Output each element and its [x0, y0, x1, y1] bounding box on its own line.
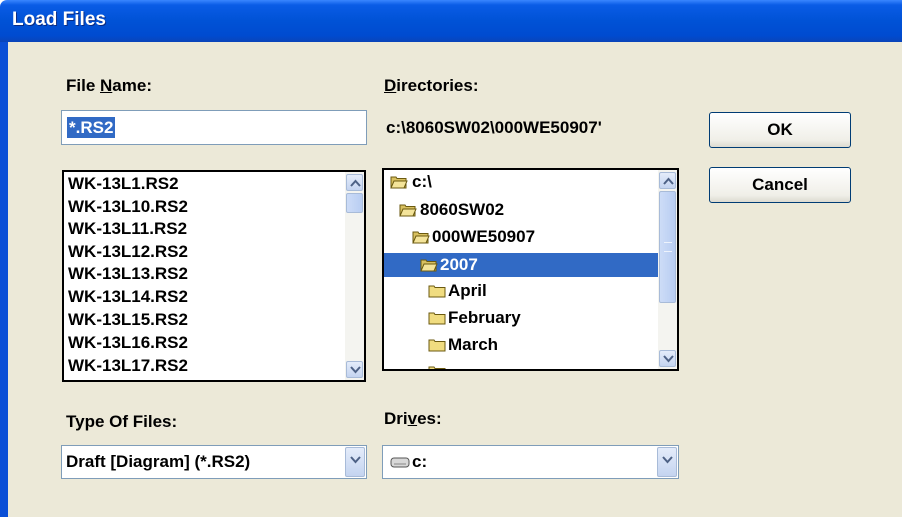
file-name-label-rest: ame:: [112, 76, 152, 95]
directory-label: April: [448, 281, 487, 300]
directories-label-mnemonic: D: [384, 76, 397, 95]
scroll-thumb[interactable]: [346, 193, 363, 213]
open-folder-icon: [390, 176, 408, 189]
directory-list[interactable]: c:\ 8060SW02 000WE50907 2007 April Febru…: [382, 168, 679, 371]
file-name-label-part: File: [66, 76, 101, 95]
directory-item-8060sw02[interactable]: 8060SW02: [399, 200, 639, 222]
directory-item-2007[interactable]: 2007: [384, 253, 662, 277]
chevron-down-icon: [662, 456, 673, 464]
chevron-up-icon: [663, 177, 674, 185]
scroll-down-button[interactable]: [346, 361, 363, 378]
file-type-value: Draft [Diagram] (*.RS2): [66, 452, 251, 471]
load-files-dialog: Load Files File Name: *.RS2 WK-13L1.RS2 …: [0, 0, 902, 517]
window-title: Load Files: [12, 9, 106, 30]
drives-label: Drives:: [384, 409, 442, 429]
file-type-select[interactable]: Draft [Diagram] (*.RS2): [61, 445, 367, 479]
open-folder-icon: [412, 231, 430, 244]
directory-item-root[interactable]: c:\: [390, 172, 630, 194]
drives-label-rest: es:: [417, 409, 442, 428]
chevron-down-icon: [350, 366, 361, 374]
drive-value: c:: [412, 452, 428, 471]
type-of-files-label: Type Of Files:: [66, 412, 178, 431]
ok-button[interactable]: OK: [709, 112, 851, 148]
list-item[interactable]: WK-13L15.RS2: [68, 310, 188, 330]
file-list[interactable]: WK-13L1.RS2 WK-13L10.RS2 WK-13L11.RS2 WK…: [62, 170, 366, 382]
list-item[interactable]: WK-13L12.RS2: [68, 242, 188, 262]
list-item[interactable]: WK-13L13.RS2: [68, 264, 188, 284]
open-folder-icon: [399, 204, 417, 217]
file-name-label: File Name:: [66, 76, 152, 96]
list-item[interactable]: WK-13L10.RS2: [68, 197, 188, 217]
chevron-up-icon: [350, 179, 361, 187]
file-type-dropdown-button[interactable]: [345, 447, 365, 477]
scroll-up-button[interactable]: [659, 172, 676, 189]
current-directory-path: c:\8060SW02\000WE50907': [386, 118, 602, 137]
scroll-down-button[interactable]: [659, 350, 676, 367]
scroll-thumb[interactable]: [659, 191, 676, 303]
directories-label-rest: irectories:: [396, 76, 479, 95]
folder-icon: [428, 339, 446, 352]
drives-label-part: Dri: [384, 409, 408, 428]
drive-icon: [390, 457, 410, 468]
title-bar[interactable]: Load Files: [0, 0, 902, 42]
directory-item-march[interactable]: March: [428, 335, 648, 357]
cancel-button[interactable]: Cancel: [709, 167, 851, 203]
file-list-scrollbar[interactable]: [345, 172, 364, 380]
folder-icon: [428, 285, 446, 298]
directories-label: Directories:: [384, 76, 478, 96]
file-name-input[interactable]: *.RS2: [61, 110, 367, 145]
window-frame-left: [0, 42, 8, 517]
folder-icon: [428, 312, 446, 325]
drive-select[interactable]: c:: [382, 445, 679, 479]
directory-label: February: [448, 308, 521, 327]
directory-item-000we50907[interactable]: 000WE50907: [412, 227, 652, 249]
list-item[interactable]: WK-13L14.RS2: [68, 287, 188, 307]
directory-label: 000WE50907: [432, 227, 536, 246]
list-item[interactable]: WK-13L11.RS2: [68, 219, 187, 239]
directory-list-scrollbar[interactable]: [658, 170, 677, 369]
file-name-input-value: *.RS2: [67, 117, 116, 138]
drive-dropdown-button[interactable]: [657, 447, 677, 477]
open-folder-icon: [420, 259, 438, 272]
directory-label: 2007: [440, 255, 478, 274]
directory-item-april[interactable]: April: [428, 281, 648, 303]
drives-label-mnemonic: v: [407, 409, 418, 428]
folder-icon: [428, 366, 446, 369]
chevron-down-icon: [663, 355, 674, 363]
directory-item-february[interactable]: February: [428, 308, 648, 330]
list-item[interactable]: WK-13L1.RS2: [68, 174, 179, 194]
directory-label: 8060SW02: [420, 200, 505, 219]
dialog-body: File Name: *.RS2 WK-13L1.RS2 WK-13L10.RS…: [8, 42, 902, 517]
scroll-grip: [664, 242, 672, 252]
file-name-label-mnemonic: N: [100, 76, 113, 95]
chevron-down-icon: [350, 456, 361, 464]
list-item[interactable]: WK-13L16.RS2: [68, 333, 188, 353]
scroll-up-button[interactable]: [346, 174, 363, 191]
directory-item-partial[interactable]: [428, 362, 648, 369]
directory-label: March: [448, 335, 499, 354]
directory-label: c:\: [412, 172, 432, 191]
list-item[interactable]: WK-13L17.RS2: [68, 356, 188, 376]
